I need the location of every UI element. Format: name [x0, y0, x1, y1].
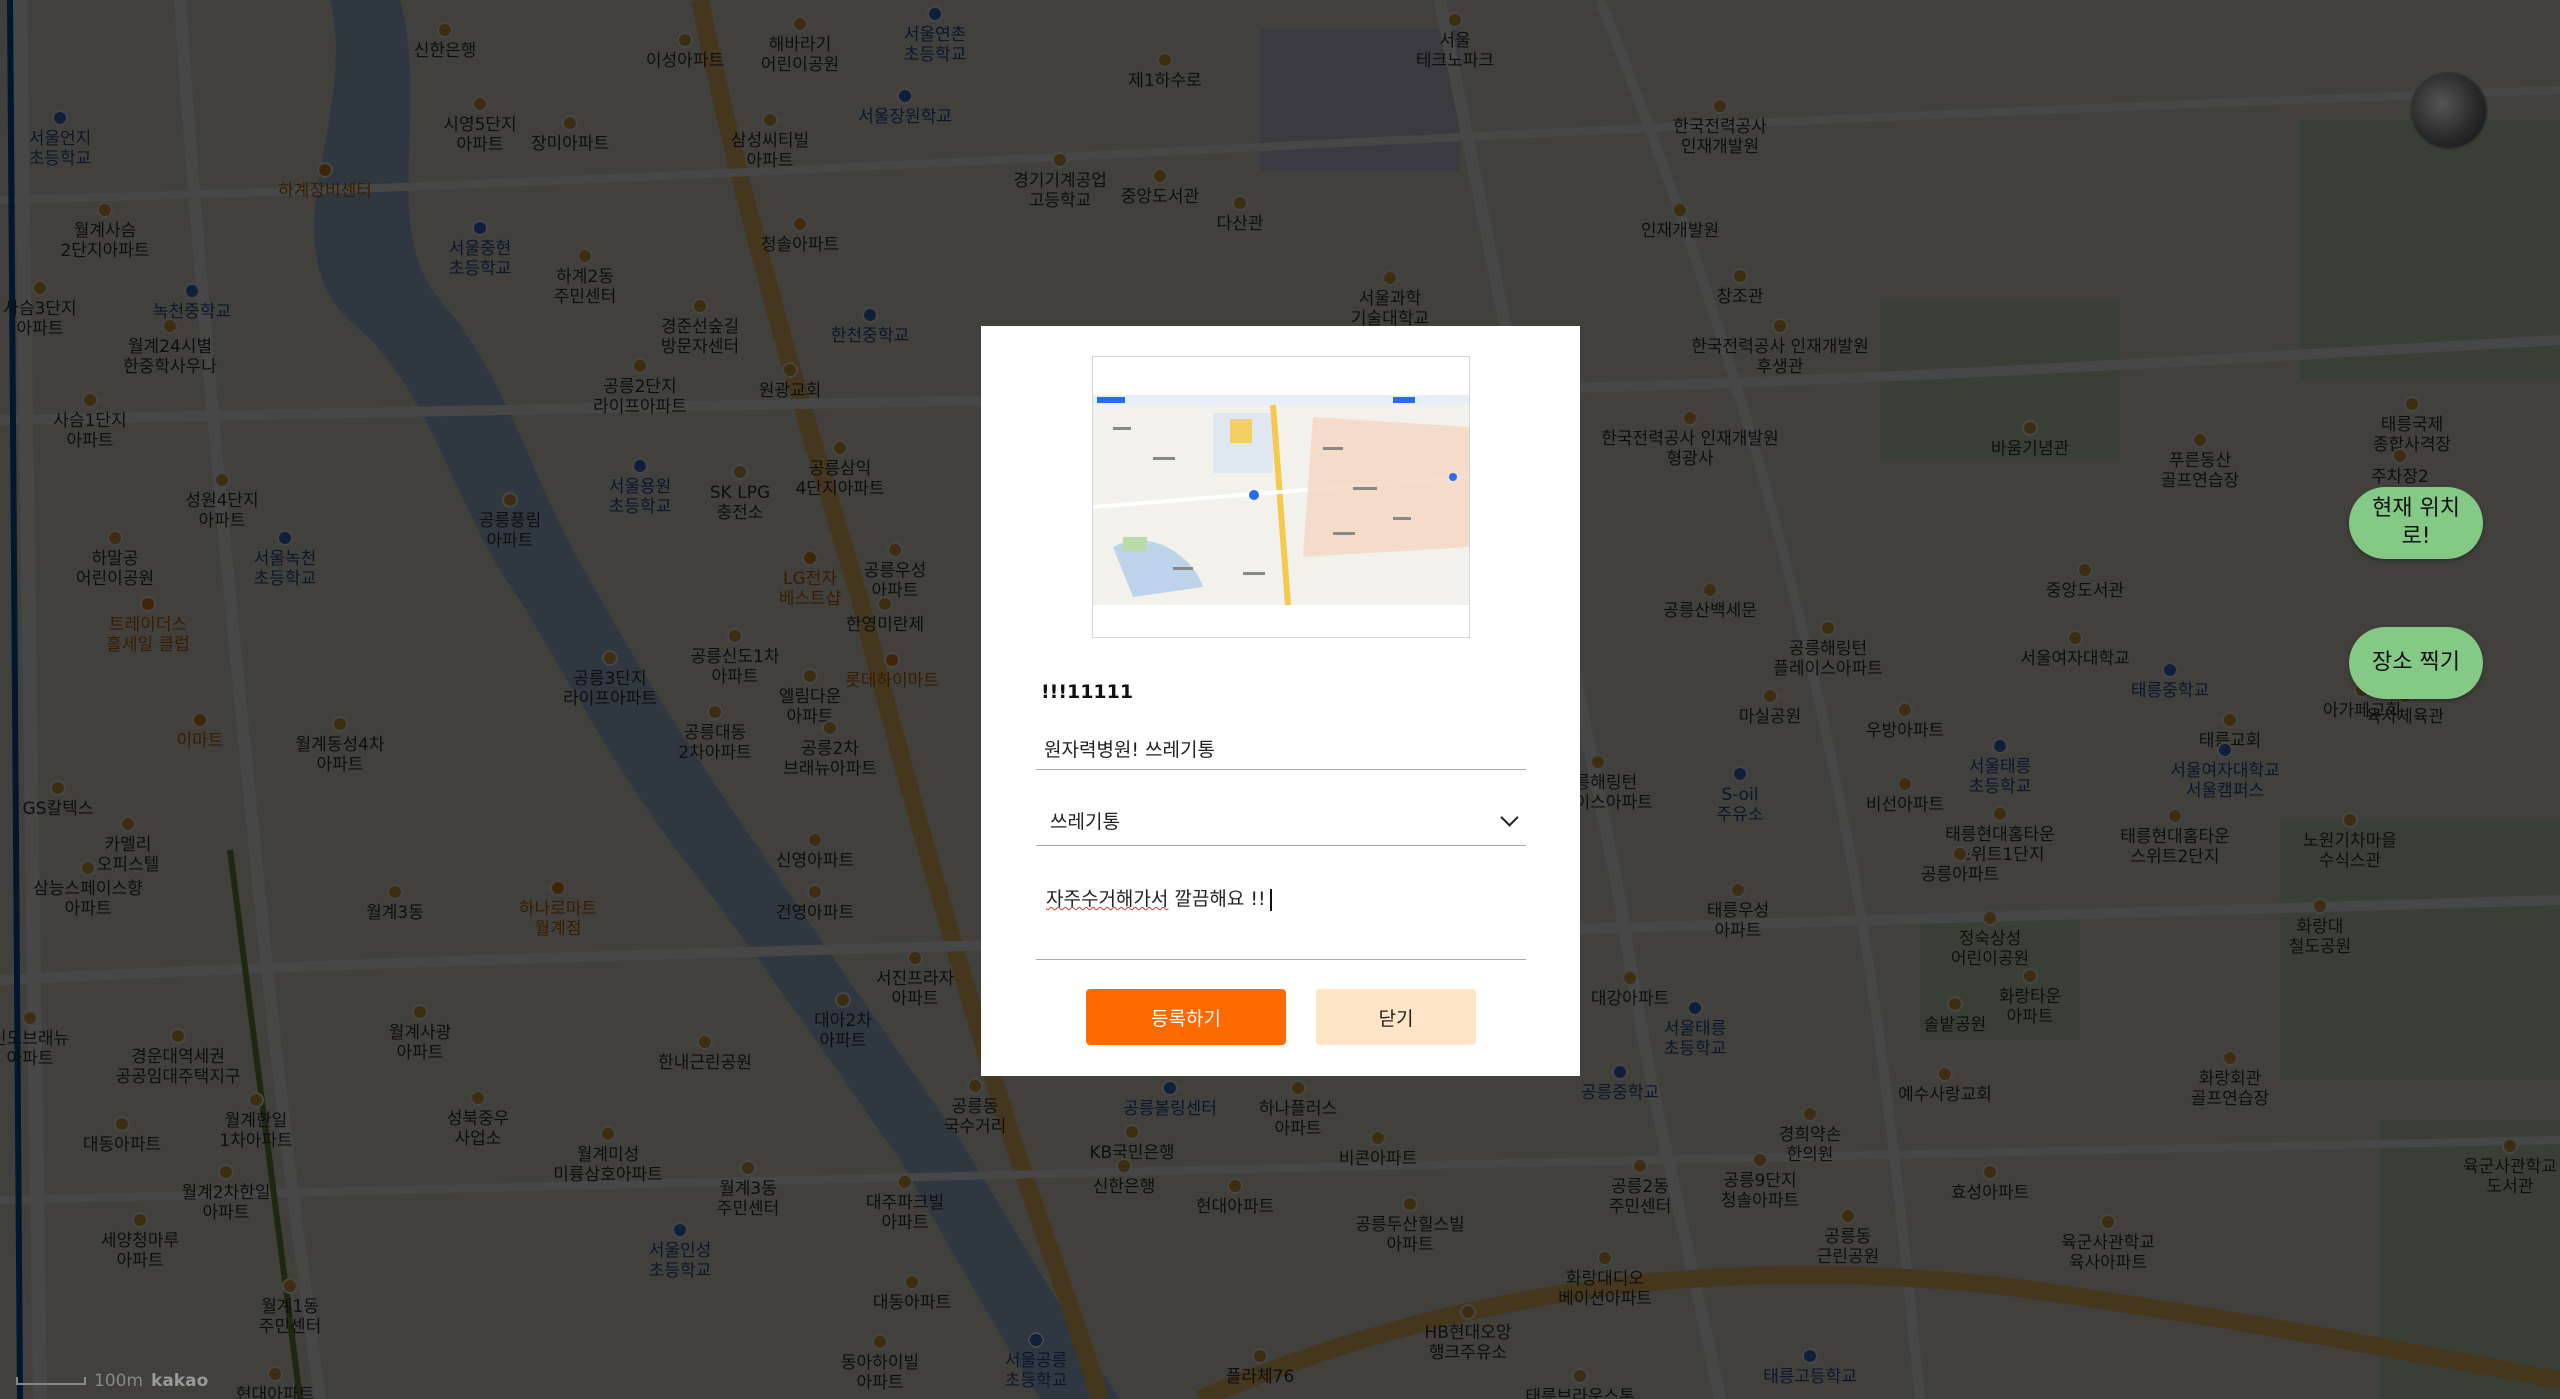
- place-title: !!!11111: [1041, 681, 1134, 703]
- register-place-modal: !!!11111 쓰레기통 자주수거해가서 깔끔해요 !! 등록하기 닫기: [981, 326, 1580, 1076]
- user-avatar[interactable]: [2410, 72, 2488, 150]
- description-misspelled-text: 자주수거해가서: [1046, 888, 1169, 910]
- category-selected-value: 쓰레기통: [1050, 811, 1120, 833]
- scale-label: 100m: [94, 1371, 144, 1391]
- submit-button[interactable]: 등록하기: [1086, 989, 1286, 1045]
- map-screenshot-thumbnail: [1093, 357, 1469, 637]
- mark-place-button[interactable]: 장소 찍기: [2349, 627, 2483, 699]
- place-name-input[interactable]: [1036, 728, 1526, 770]
- mark-place-label: 장소 찍기: [2372, 650, 2460, 675]
- current-location-button[interactable]: 현재 위치로!: [2349, 487, 2483, 559]
- scale-bar: [16, 1377, 86, 1385]
- description-text: 깔끔해요 !!: [1168, 888, 1266, 910]
- uploaded-image-preview[interactable]: [1092, 356, 1470, 638]
- current-location-label: 현재 위치로!: [2372, 496, 2460, 549]
- description-textarea[interactable]: 자주수거해가서 깔끔해요 !!: [1036, 876, 1526, 960]
- chevron-down-icon: [1500, 808, 1519, 827]
- category-select[interactable]: 쓰레기통: [1036, 796, 1526, 846]
- map-scale: 100m kakao: [16, 1371, 208, 1391]
- close-button[interactable]: 닫기: [1316, 989, 1476, 1045]
- text-caret: [1269, 888, 1272, 911]
- kakao-logo: kakao: [151, 1371, 209, 1391]
